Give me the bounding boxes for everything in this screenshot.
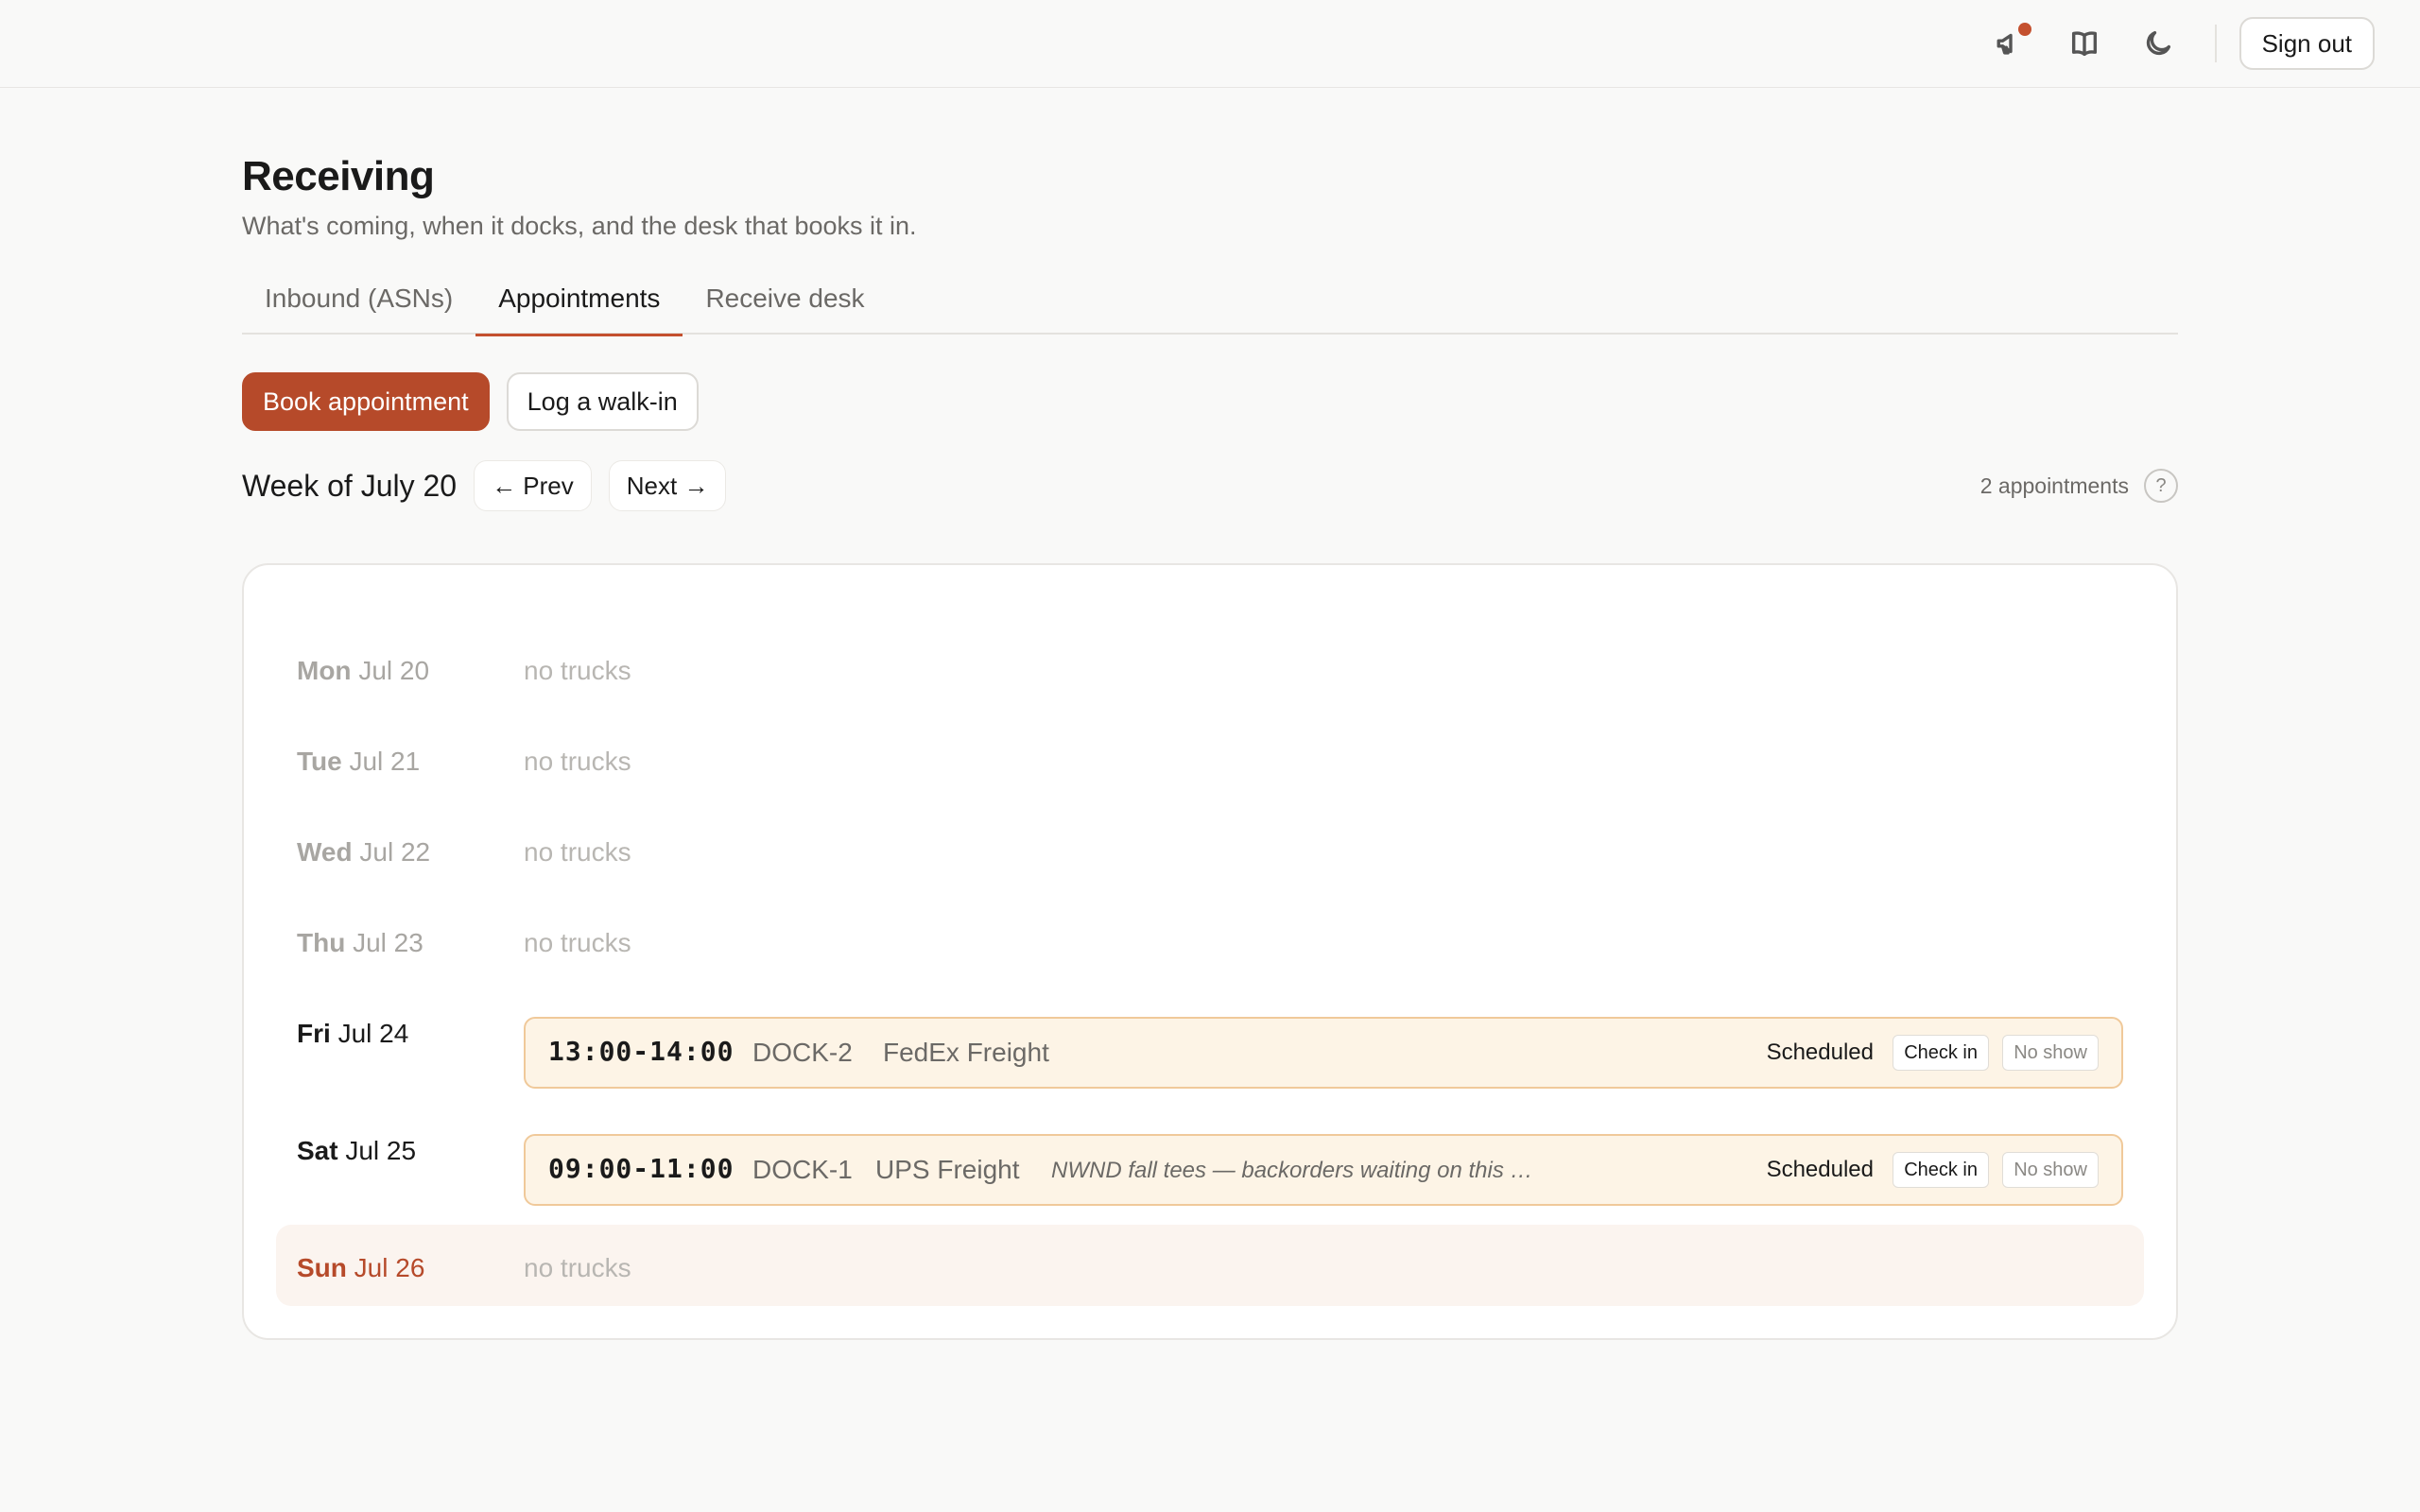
day-of-week: Sat (297, 1136, 338, 1165)
appointment-note: NWND fall tees — backorders waiting on t… (1051, 1158, 1533, 1183)
tab-receive-desk[interactable]: Receive desk (683, 278, 887, 335)
notification-dot (2017, 23, 2031, 36)
tab-appointments[interactable]: Appointments (475, 278, 683, 336)
appointment-dock: DOCK-1 (752, 1155, 853, 1184)
week-schedule-card: Mon Jul 20 no trucks Tue Jul 21 no truck… (242, 563, 2178, 1340)
book-appointment-button[interactable]: Book appointment (242, 372, 490, 431)
help-icon[interactable]: ? (2144, 469, 2178, 503)
no-show-button[interactable]: No show (2002, 1035, 2099, 1071)
empty-day-text: no trucks (524, 656, 631, 685)
appointment-card[interactable]: 09:00-11:00 DOCK-1 UPS Freight NWND fall… (524, 1134, 2123, 1206)
sign-out-button[interactable]: Sign out (2238, 17, 2375, 70)
appointment-carrier: UPS Freight (875, 1155, 1020, 1184)
next-week-button[interactable]: Next → (608, 460, 727, 511)
empty-day-text: no trucks (524, 747, 631, 776)
action-bar: Book appointment Log a walk-in (242, 372, 2178, 431)
day-label: Sat Jul 25 (297, 1136, 416, 1166)
tab-inbound-asns[interactable]: Inbound (ASNs) (242, 278, 475, 335)
appointment-count-text: 2 appointments (1979, 472, 2129, 498)
day-of-week: Wed (297, 837, 353, 867)
book-icon[interactable] (2058, 17, 2111, 70)
check-in-button[interactable]: Check in (1893, 1152, 1989, 1188)
day-of-week: Tue (297, 747, 342, 776)
divider (2214, 25, 2217, 62)
appointment-count: 2 appointments ? (1980, 459, 2178, 512)
appointment-status: Scheduled (1766, 1040, 1874, 1065)
day-label: Sun Jul 26 (297, 1253, 424, 1283)
day-date: Jul 23 (353, 928, 424, 957)
appointment-status: Scheduled (1766, 1157, 1874, 1182)
appointment-time: 13:00-14:00 (548, 1036, 735, 1067)
moon-icon[interactable] (2132, 17, 2185, 70)
top-bar: Sign out (0, 0, 2420, 88)
day-label: Mon Jul 20 (297, 656, 429, 686)
appointment-carrier: FedEx Freight (883, 1038, 1049, 1067)
tab-bar: Inbound (ASNs) Appointments Receive desk (242, 278, 2178, 336)
day-date: Jul 20 (358, 656, 430, 685)
day-date: Jul 26 (354, 1253, 425, 1282)
day-of-week: Sun (297, 1253, 347, 1282)
topbar-actions: Sign out (1963, 17, 2375, 70)
day-of-week: Thu (297, 928, 346, 957)
log-walk-in-button[interactable]: Log a walk-in (506, 372, 699, 431)
empty-day-text: no trucks (524, 1253, 631, 1282)
appointment-dock: DOCK-2 (752, 1038, 853, 1067)
page-title: Receiving (242, 153, 435, 199)
prev-week-button[interactable]: ← Prev (474, 460, 592, 511)
no-show-button[interactable]: No show (2002, 1152, 2099, 1188)
empty-day-text: no trucks (524, 837, 631, 867)
megaphone-icon[interactable] (1984, 17, 2037, 70)
appointment-time: 09:00-11:00 (548, 1153, 735, 1184)
day-label: Wed Jul 22 (297, 837, 430, 868)
check-in-button[interactable]: Check in (1893, 1035, 1989, 1071)
page-subtitle: What's coming, when it docks, and the de… (242, 212, 917, 240)
empty-day-text: no trucks (524, 928, 631, 957)
day-label: Fri Jul 24 (297, 1019, 408, 1049)
day-label: Thu Jul 23 (297, 928, 424, 958)
week-title: Week of July 20 (242, 468, 458, 503)
main-content: Receiving What's coming, when it docks, … (242, 151, 2178, 1340)
day-of-week: Fri (297, 1019, 331, 1048)
appointment-card[interactable]: 13:00-14:00 DOCK-2 FedEx Freight Schedul… (524, 1017, 2123, 1089)
day-date: Jul 25 (345, 1136, 417, 1165)
day-date: Jul 22 (359, 837, 431, 867)
week-navigation: Week of July 20 ← Prev Next → 2 appointm… (242, 459, 2178, 512)
day-date: Jul 21 (349, 747, 421, 776)
day-date: Jul 24 (337, 1019, 409, 1048)
day-label: Tue Jul 21 (297, 747, 420, 777)
day-of-week: Mon (297, 656, 352, 685)
